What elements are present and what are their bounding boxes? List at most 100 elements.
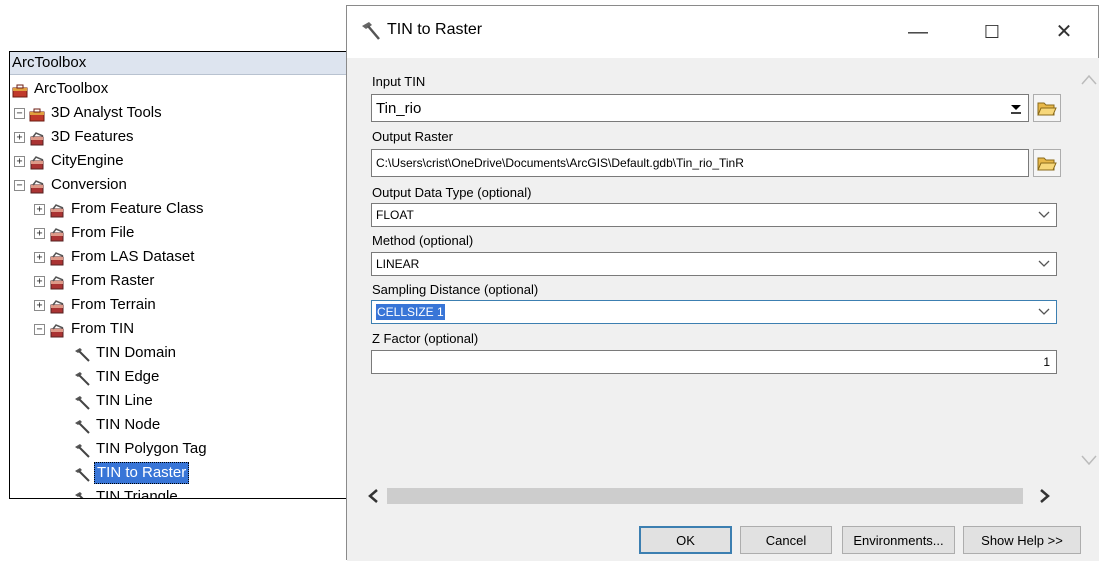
open-folder-icon (1037, 157, 1057, 171)
chevron-left-icon[interactable] (367, 489, 379, 503)
hammer-icon (362, 22, 380, 40)
ok-button[interactable]: OK (639, 526, 732, 554)
toolset-icon (29, 178, 45, 194)
tree-item-label: TIN Line (96, 392, 153, 409)
horizontal-scrollbar[interactable] (347, 486, 1099, 506)
tree-item-label: 3D Analyst Tools (51, 104, 162, 121)
panel-title: ArcToolbox (10, 52, 348, 75)
expand-icon[interactable]: + (34, 275, 45, 287)
show-help-button[interactable]: Show Help >> (963, 526, 1081, 554)
z-factor-value: 1 (1043, 355, 1050, 369)
method-label: Method (optional) (372, 233, 474, 248)
sampling-distance-label: Sampling Distance (optional) (372, 282, 539, 297)
tree-item[interactable]: + CityEngine (14, 149, 126, 173)
chevron-down-icon[interactable] (1038, 301, 1050, 323)
close-button[interactable]: ✕ (1041, 16, 1087, 48)
tree-item[interactable]: + From Feature Class (34, 197, 206, 221)
hammer-icon (74, 442, 90, 458)
parameters-form: Input TIN Tin_rio Output Raster C:\Users… (347, 58, 1078, 486)
z-factor-label: Z Factor (optional) (372, 331, 479, 346)
expand-icon[interactable]: + (14, 155, 25, 167)
toolset-icon (29, 154, 45, 170)
expand-icon[interactable]: + (34, 251, 45, 263)
tree-item[interactable]: − From TIN (34, 317, 136, 341)
chevron-up-icon[interactable] (1081, 74, 1097, 86)
expand-icon[interactable]: + (34, 299, 45, 311)
hammer-icon (74, 370, 90, 386)
tree-item[interactable]: + From Raster (34, 269, 156, 293)
browse-input-tin-button[interactable] (1033, 94, 1061, 122)
tree-item-label: From Feature Class (71, 200, 204, 217)
sampling-distance-select[interactable]: CELLSIZE 1 (371, 300, 1057, 324)
dialog-titlebar[interactable]: TIN to Raster — ☐ ✕ (347, 6, 1098, 58)
toolset-icon (49, 298, 65, 314)
tree-item[interactable]: TIN Line (74, 389, 155, 413)
toolset-icon (49, 250, 65, 266)
tree-item-label: TIN Node (96, 416, 161, 433)
tree-item[interactable]: +3D Features (14, 125, 136, 149)
collapse-icon[interactable]: − (14, 179, 25, 191)
hammer-icon (74, 346, 90, 362)
tree-item[interactable]: TIN Node (74, 413, 162, 437)
input-tin-combobox[interactable]: Tin_rio (371, 94, 1029, 122)
method-select[interactable]: LINEAR (371, 252, 1057, 276)
tree-item-label: 3D Features (51, 128, 134, 145)
dialog-title: TIN to Raster (387, 21, 483, 38)
tree-item-label: ArcToolbox (34, 80, 109, 97)
maximize-button[interactable]: ☐ (969, 16, 1015, 48)
toolset-icon (29, 130, 45, 146)
tree-item[interactable]: + From LAS Dataset (34, 245, 196, 269)
collapse-icon[interactable]: − (34, 323, 45, 335)
expand-icon[interactable]: + (34, 203, 45, 215)
tree-item-label: TIN to Raster (94, 462, 190, 484)
minimize-button[interactable]: — (895, 16, 941, 48)
tree-item[interactable]: − Conversion (14, 173, 129, 197)
tree-item-label: CityEngine (51, 152, 124, 169)
toolbox-icon (12, 82, 28, 98)
tree-item[interactable]: − 3D Analyst Tools (14, 101, 164, 125)
tree-item-label: TIN Triangle (96, 488, 178, 499)
tree-item-label: From Raster (71, 272, 155, 289)
output-data-type-select[interactable]: FLOAT (371, 203, 1057, 227)
dialog-button-bar: OK Cancel Environments... Show Help >> (347, 506, 1099, 561)
chevron-down-icon[interactable] (1081, 454, 1097, 466)
chevron-right-icon[interactable] (1039, 489, 1051, 503)
tree-item[interactable]: ArcToolbox (12, 77, 110, 101)
open-folder-icon (1037, 102, 1057, 116)
dropdown-arrow-icon[interactable] (1010, 95, 1022, 121)
collapse-icon[interactable]: − (14, 107, 25, 119)
output-raster-label: Output Raster (372, 129, 453, 144)
sampling-distance-value: CELLSIZE 1 (376, 304, 445, 320)
tree-item-label: TIN Edge (96, 368, 160, 385)
tree-item-label: From Terrain (71, 296, 156, 313)
chevron-down-icon[interactable] (1038, 204, 1050, 226)
chevron-down-icon[interactable] (1038, 253, 1050, 275)
browse-output-raster-button[interactable] (1033, 149, 1061, 177)
tree-item[interactable]: TIN Edge (74, 365, 161, 389)
tree-item[interactable]: TIN to Raster (74, 461, 190, 485)
toolset-icon (49, 226, 65, 242)
output-raster-field[interactable]: C:\Users\crist\OneDrive\Documents\ArcGIS… (371, 149, 1029, 177)
tree-item-label: From LAS Dataset (71, 248, 195, 265)
tree-item[interactable]: TIN Domain (74, 341, 178, 365)
input-tin-value: Tin_rio (376, 99, 422, 117)
tree-item-label: From File (71, 224, 135, 241)
expand-icon[interactable]: + (34, 227, 45, 239)
hammer-icon (74, 466, 90, 482)
tree-item[interactable]: TIN Triangle (74, 485, 180, 499)
tree-item[interactable]: + From File (34, 221, 136, 245)
expand-icon[interactable]: + (14, 131, 25, 143)
environments-button[interactable]: Environments... (842, 526, 955, 554)
tree-item[interactable]: TIN Polygon Tag (74, 437, 209, 461)
scrollbar-thumb[interactable] (387, 488, 1023, 504)
tree-item[interactable]: + From Terrain (34, 293, 158, 317)
z-factor-field[interactable]: 1 (371, 350, 1057, 374)
tree-item-label: TIN Polygon Tag (96, 440, 207, 457)
cancel-button[interactable]: Cancel (740, 526, 832, 554)
output-data-type-label: Output Data Type (optional) (372, 185, 532, 200)
tree-item-label: Conversion (51, 176, 127, 193)
output-data-type-value: FLOAT (376, 208, 414, 222)
vertical-scrollbar[interactable] (1078, 58, 1099, 486)
toolset-icon (49, 274, 65, 290)
tin-to-raster-dialog: TIN to Raster — ☐ ✕ Input TIN Tin_rio Ou… (346, 5, 1099, 561)
